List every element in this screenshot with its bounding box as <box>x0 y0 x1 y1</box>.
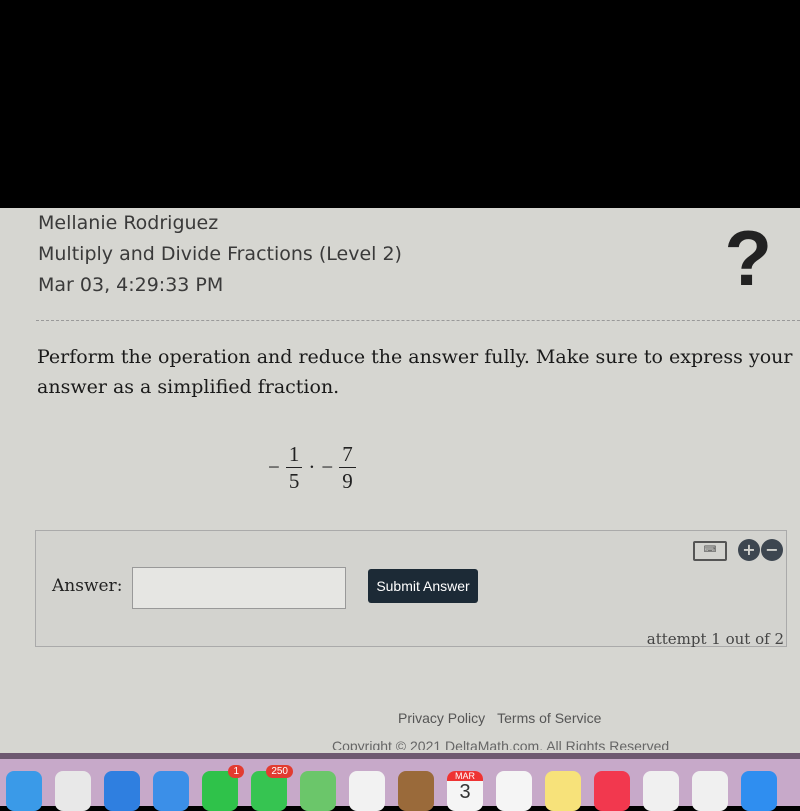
dock-safari-icon[interactable] <box>104 771 140 811</box>
neg-sign: − <box>268 455 280 479</box>
dock-messages-icon[interactable]: 250 <box>251 765 293 811</box>
timestamp: Mar 03, 4:29:33 PM <box>38 274 224 296</box>
attempt-counter: attempt 1 out of 2 <box>646 630 784 648</box>
fraction-2: 79 <box>339 441 356 494</box>
operator: · <box>308 455 316 479</box>
answer-panel: ⌨ + − Answer: Submit Answer attempt 1 ou… <box>35 530 787 648</box>
help-icon[interactable]: ? <box>724 218 772 298</box>
dock-keynote-icon[interactable] <box>643 771 679 811</box>
zoom-in-icon[interactable]: + <box>738 539 760 561</box>
keyboard-icon[interactable]: ⌨ <box>693 541 727 561</box>
denominator: 9 <box>342 469 353 493</box>
problem-prompt: Perform the operation and reduce the ans… <box>37 346 793 398</box>
fraction-1: 15 <box>285 441 303 494</box>
header-info: Mellanie Rodriguez Multiply and Divide F… <box>38 208 402 301</box>
dock-maps-icon[interactable] <box>300 771 336 811</box>
dock-facetime-icon[interactable]: 1 <box>202 765 244 811</box>
numerator: 7 <box>339 441 356 468</box>
notification-badge: 250 <box>266 765 293 778</box>
deltamath-page: Mellanie Rodriguez Multiply and Divide F… <box>0 208 800 753</box>
zoom-out-icon[interactable]: − <box>761 539 783 561</box>
dock-music-icon[interactable] <box>594 771 630 811</box>
dock-photos-icon[interactable] <box>349 771 385 811</box>
dock-contacts-icon[interactable] <box>398 771 434 811</box>
calendar-month: MAR <box>447 771 483 781</box>
dock-reminders-icon[interactable] <box>496 771 532 811</box>
dock-finder-icon[interactable] <box>6 771 42 811</box>
dock-app-store-icon[interactable] <box>741 771 777 811</box>
calendar-day: 3 <box>459 781 471 803</box>
submit-answer-button[interactable]: Submit Answer <box>368 569 478 603</box>
dock-notes-icon[interactable] <box>545 771 581 811</box>
footer-links: Privacy Policy Terms of Service <box>398 710 613 726</box>
terms-link[interactable]: Terms of Service <box>497 710 601 726</box>
assignment-title: Multiply and Divide Fractions (Level 2) <box>38 243 402 265</box>
divider <box>36 320 800 321</box>
neg-sign: − <box>321 455 334 479</box>
dock: 1 250 MAR 3 <box>0 753 800 811</box>
dock-mail-icon[interactable] <box>153 771 189 811</box>
numerator: 1 <box>285 441 303 468</box>
denominator: 5 <box>288 469 300 493</box>
privacy-policy-link[interactable]: Privacy Policy <box>398 710 485 726</box>
dock-launchpad-icon[interactable] <box>55 771 91 811</box>
copyright: Copyright © 2021 DeltaMath.com. All Righ… <box>332 738 670 750</box>
notification-badge: 1 <box>228 765 244 778</box>
dock-calendar-icon[interactable]: MAR 3 <box>447 771 483 811</box>
student-name: Mellanie Rodriguez <box>38 212 219 234</box>
math-expression: − 15 · − 79 <box>268 441 356 494</box>
answer-label: Answer: <box>52 576 123 596</box>
answer-input[interactable] <box>132 567 346 609</box>
dock-pages-icon[interactable] <box>692 771 728 811</box>
